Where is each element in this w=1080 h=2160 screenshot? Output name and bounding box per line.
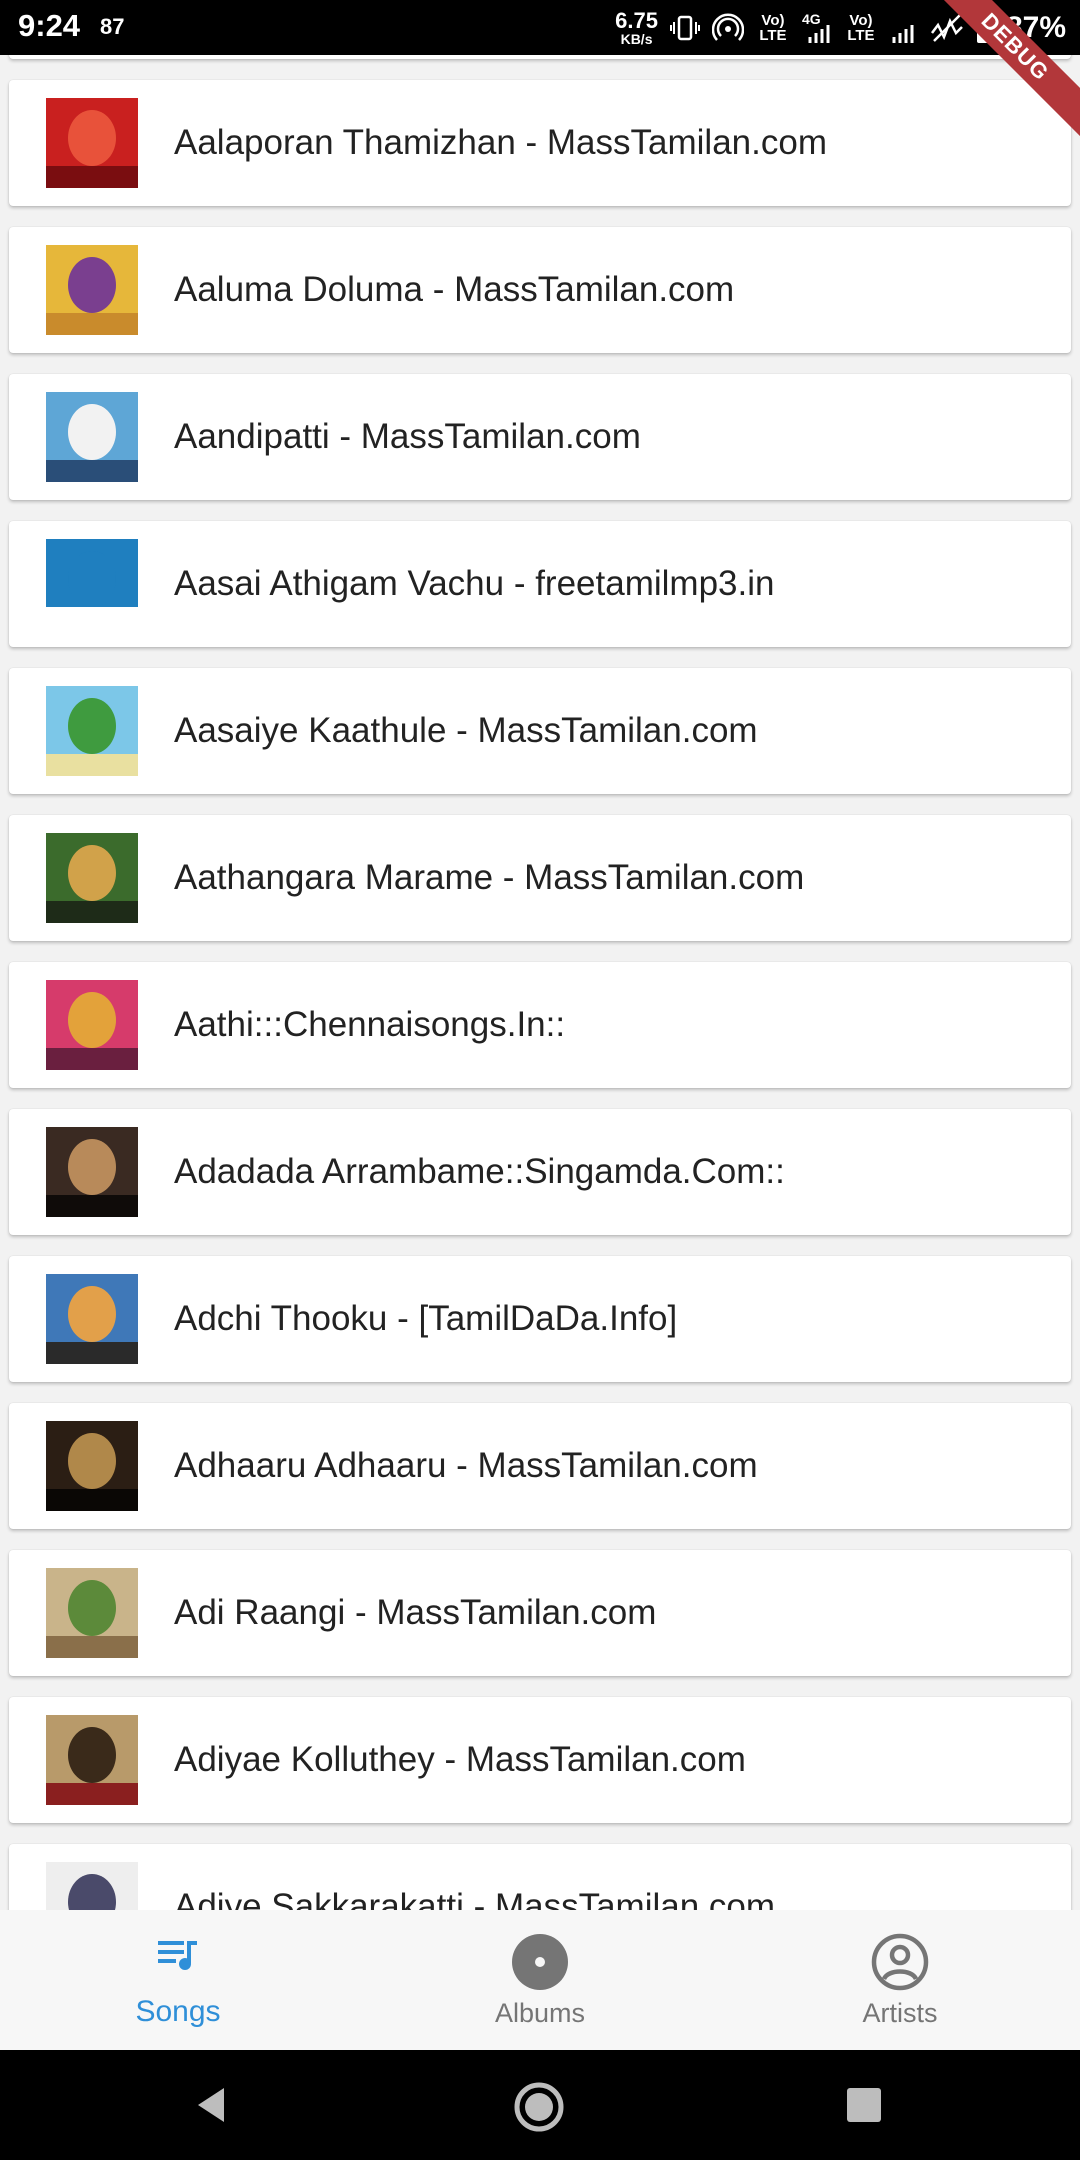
queue-music-icon (158, 1941, 197, 1970)
song-card[interactable]: Adiyae Kolluthey - MassTamilan.com (9, 1697, 1071, 1823)
song-list[interactable]: Aalaporan Thamizhan - MassTamilan.com Aal… (0, 55, 1080, 1910)
song-card[interactable]: Adhaaru Adhaaru - MassTamilan.com (9, 1403, 1071, 1529)
signal-4g: 4G (802, 11, 832, 45)
album-art-image (46, 1421, 138, 1511)
network-speed: 6.75 KB/s (615, 8, 658, 47)
album-art-image (46, 1127, 138, 1217)
song-card[interactable]: Adi Raangi - MassTamilan.com (9, 1550, 1071, 1676)
network-speed-value: 6.75 (615, 8, 658, 33)
album-art-image (46, 1568, 138, 1658)
album-art (46, 1274, 138, 1364)
lte-indicator-2: Vo) LTE (847, 12, 875, 44)
song-title: Aandipatti - MassTamilan.com (174, 417, 641, 456)
song-card[interactable]: Aasai Athigam Vachu - freetamilmp3.in (9, 521, 1071, 647)
signal-strength-icon-2 (892, 25, 914, 43)
album-art (46, 1568, 138, 1658)
signal-strength-icon (808, 25, 830, 43)
song-card[interactable]: Adiye Sakkarakatti - MassTamilan.com (9, 1844, 1071, 1910)
album-art-image (46, 98, 138, 188)
album-art (46, 1715, 138, 1805)
song-title: Aasai Athigam Vachu - freetamilmp3.in (174, 564, 775, 603)
nav-artists[interactable]: Artists (770, 1910, 1030, 2050)
account-circle-icon (871, 1933, 929, 1991)
album-art-image (46, 539, 138, 629)
notification-count: 87 (100, 14, 125, 39)
album-art (46, 686, 138, 776)
album-art-image (46, 686, 138, 776)
no-data-icon (930, 14, 963, 42)
song-title: Adiye Sakkarakatti - MassTamilan.com (174, 1887, 776, 1910)
album-art (46, 833, 138, 923)
song-card[interactable]: Aathi:::Chennaisongs.In:: (9, 962, 1071, 1088)
home-icon[interactable] (512, 2080, 566, 2134)
album-art (46, 1862, 138, 1910)
lte-indicator: Vo) LTE (759, 12, 787, 44)
song-title: Aathi:::Chennaisongs.In:: (174, 1005, 566, 1044)
album-art-image (46, 1274, 138, 1364)
recents-icon[interactable] (845, 2086, 883, 2124)
album-art-image (46, 392, 138, 482)
album-art (46, 245, 138, 335)
song-card[interactable]: Aathangara Marame - MassTamilan.com (9, 815, 1071, 941)
album-art-image (46, 1715, 138, 1805)
song-title: Adchi Thooku - [TamilDaDa.Info] (174, 1299, 678, 1338)
nav-albums[interactable]: Albums (410, 1910, 670, 2050)
network-speed-unit: KB/s (620, 31, 653, 47)
song-title: Adhaaru Adhaaru - MassTamilan.com (174, 1446, 758, 1485)
album-art-image (46, 245, 138, 335)
song-title: Adadada Arrambame::Singamda.Com:: (174, 1152, 785, 1191)
album-art (46, 980, 138, 1070)
album-art (46, 539, 138, 629)
bottom-navigation: Songs Albums Artists (0, 1910, 1080, 2050)
vibrate-icon (669, 15, 700, 41)
song-card[interactable]: Aalaporan Thamizhan - MassTamilan.com (9, 80, 1071, 206)
back-icon[interactable] (190, 2082, 236, 2128)
nav-artists-label: Artists (862, 1998, 938, 2028)
nav-songs-label: Songs (135, 1995, 221, 2028)
song-title: Aalaporan Thamizhan - MassTamilan.com (174, 123, 827, 162)
album-art (46, 98, 138, 188)
album-art-image (46, 833, 138, 923)
nav-albums-label: Albums (494, 1998, 586, 2028)
album-art-image (46, 980, 138, 1070)
song-title: Adi Raangi - MassTamilan.com (174, 1593, 657, 1632)
album-art-image (46, 1862, 138, 1910)
album-art (46, 392, 138, 482)
album-icon (512, 1934, 568, 1990)
system-navigation-bar (0, 2050, 1080, 2160)
song-card-partial[interactable] (9, 55, 1071, 59)
song-card[interactable]: Adadada Arrambame::Singamda.Com:: (9, 1109, 1071, 1235)
album-art (46, 1421, 138, 1511)
status-bar: 9:24 87 6.75 KB/s Vo) LTE 4G Vo) LTE 87% (0, 0, 1080, 55)
song-card[interactable]: Aasaiye Kaathule - MassTamilan.com (9, 668, 1071, 794)
song-title: Aathangara Marame - MassTamilan.com (174, 858, 805, 897)
song-card[interactable]: Aandipatti - MassTamilan.com (9, 374, 1071, 500)
song-card[interactable]: Adchi Thooku - [TamilDaDa.Info] (9, 1256, 1071, 1382)
status-time: 9:24 (18, 8, 81, 43)
song-title: Adiyae Kolluthey - MassTamilan.com (174, 1740, 746, 1779)
hotspot-icon (711, 13, 744, 41)
song-title: Aasaiye Kaathule - MassTamilan.com (174, 711, 758, 750)
album-art (46, 1127, 138, 1217)
song-title: Aaluma Doluma - MassTamilan.com (174, 270, 735, 309)
song-card[interactable]: Aaluma Doluma - MassTamilan.com (9, 227, 1071, 353)
nav-songs[interactable]: Songs (48, 1910, 308, 2050)
